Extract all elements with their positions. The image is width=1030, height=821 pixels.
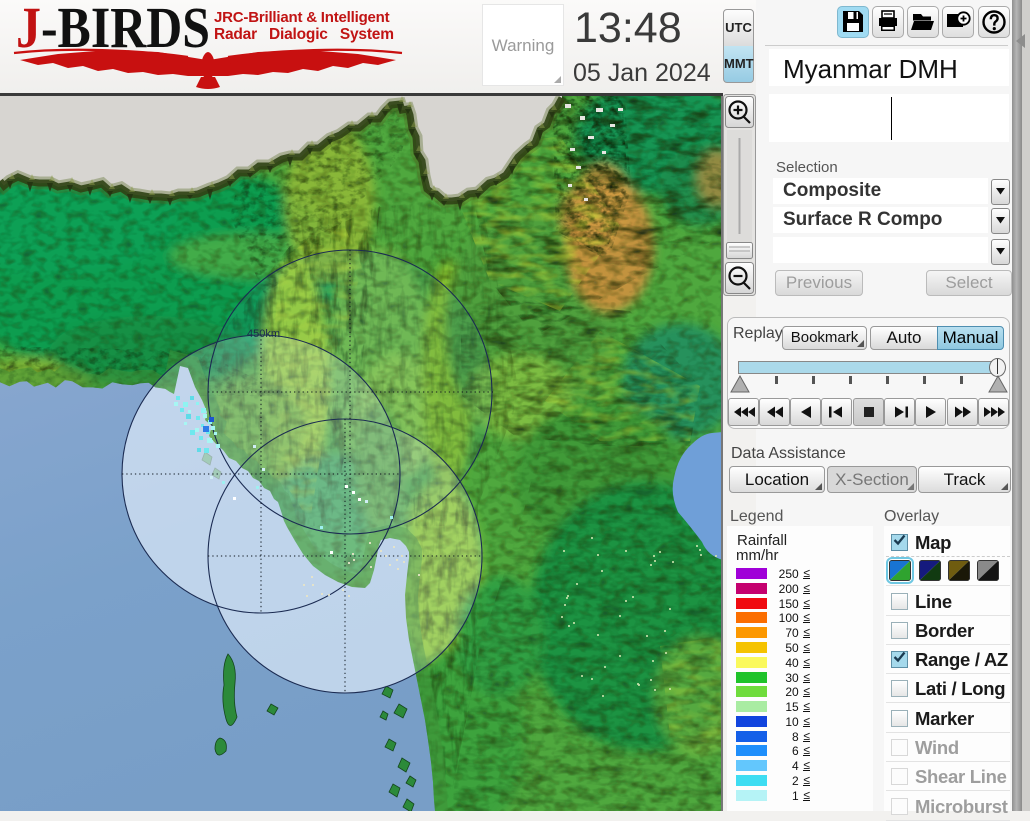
svg-text:450km: 450km	[247, 328, 280, 340]
